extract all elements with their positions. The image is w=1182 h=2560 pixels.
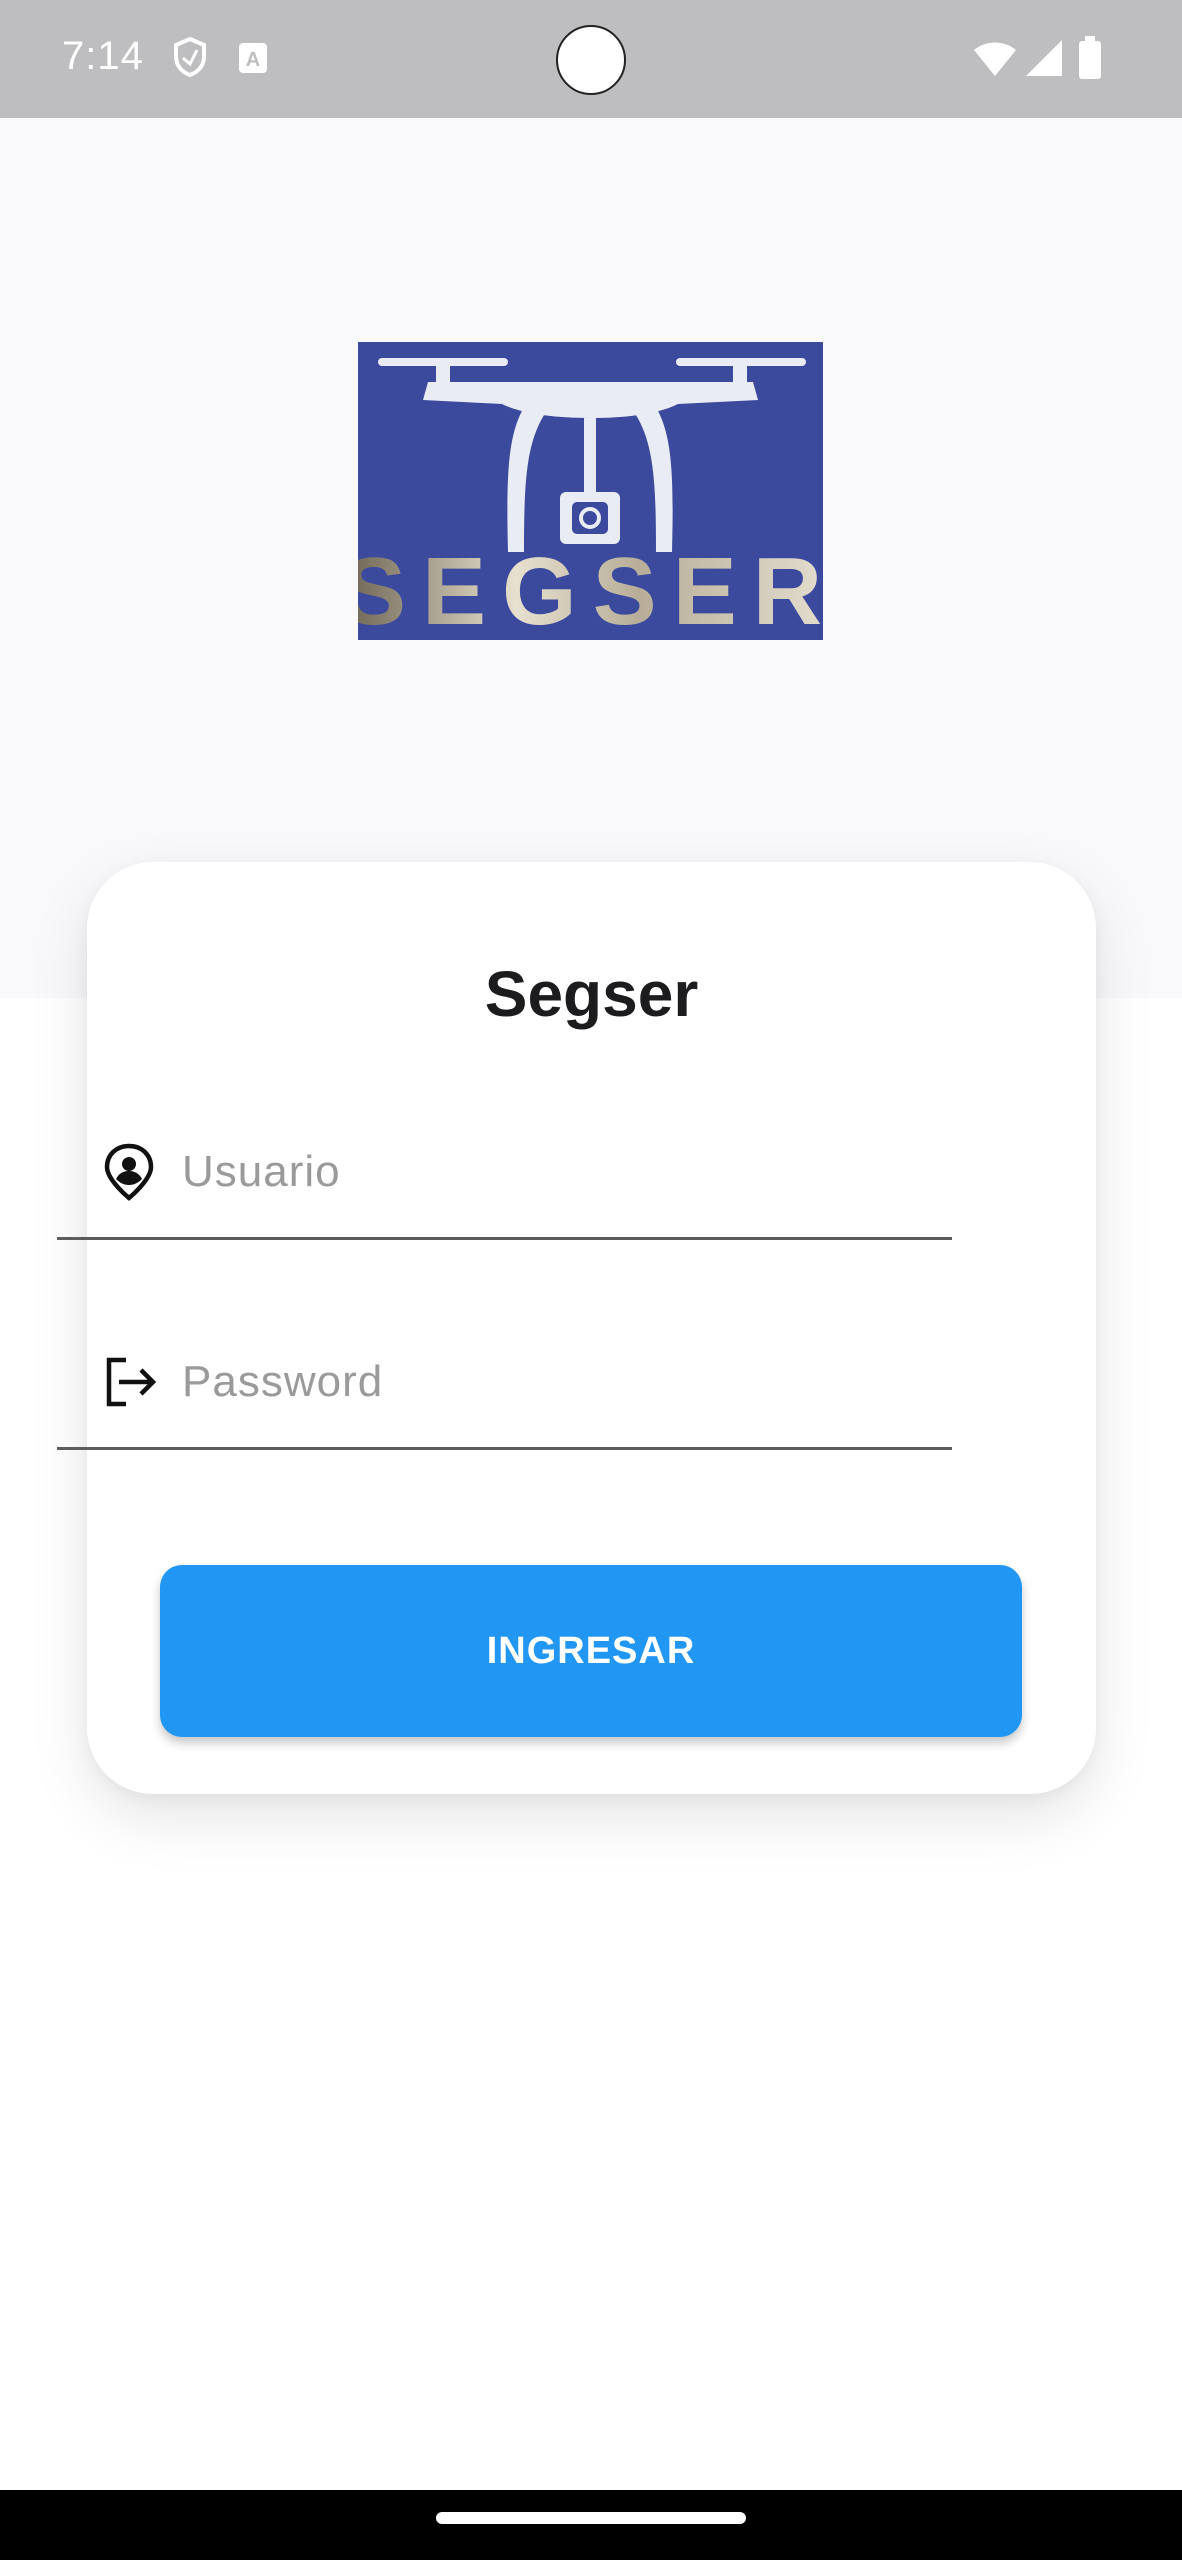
- status-time: 7:14: [62, 34, 144, 78]
- card-title: Segser: [484, 958, 699, 1030]
- ingresar-button[interactable]: INGRESAR: [160, 1565, 1022, 1737]
- password-input[interactable]: [182, 1342, 922, 1422]
- status-bar: 7:14 A: [0, 0, 1182, 118]
- drone-camera-icon: SEGSER: [358, 358, 823, 640]
- person-pin-icon: [104, 1143, 154, 1201]
- password-field[interactable]: [57, 1330, 952, 1450]
- app-logo: SEGSER: [358, 342, 823, 640]
- username-input[interactable]: [182, 1132, 922, 1212]
- home-indicator[interactable]: [436, 2512, 746, 2524]
- font-a-icon: A: [239, 43, 267, 73]
- username-field[interactable]: [57, 1120, 952, 1240]
- camera-cutout: [556, 25, 626, 95]
- navigation-bar: [0, 2490, 1182, 2560]
- wifi-icon: [974, 42, 1016, 76]
- login-screen: 7:14 A SEGSER Segser Usuario INGRESAR: [0, 0, 1182, 2560]
- signal-icon: [1026, 40, 1062, 76]
- svg-text:A: A: [246, 49, 260, 71]
- logout-arrow-icon: [106, 1357, 157, 1407]
- logo-text: SEGSER: [358, 538, 823, 640]
- shield-icon: [174, 36, 206, 78]
- battery-icon: [1079, 36, 1101, 79]
